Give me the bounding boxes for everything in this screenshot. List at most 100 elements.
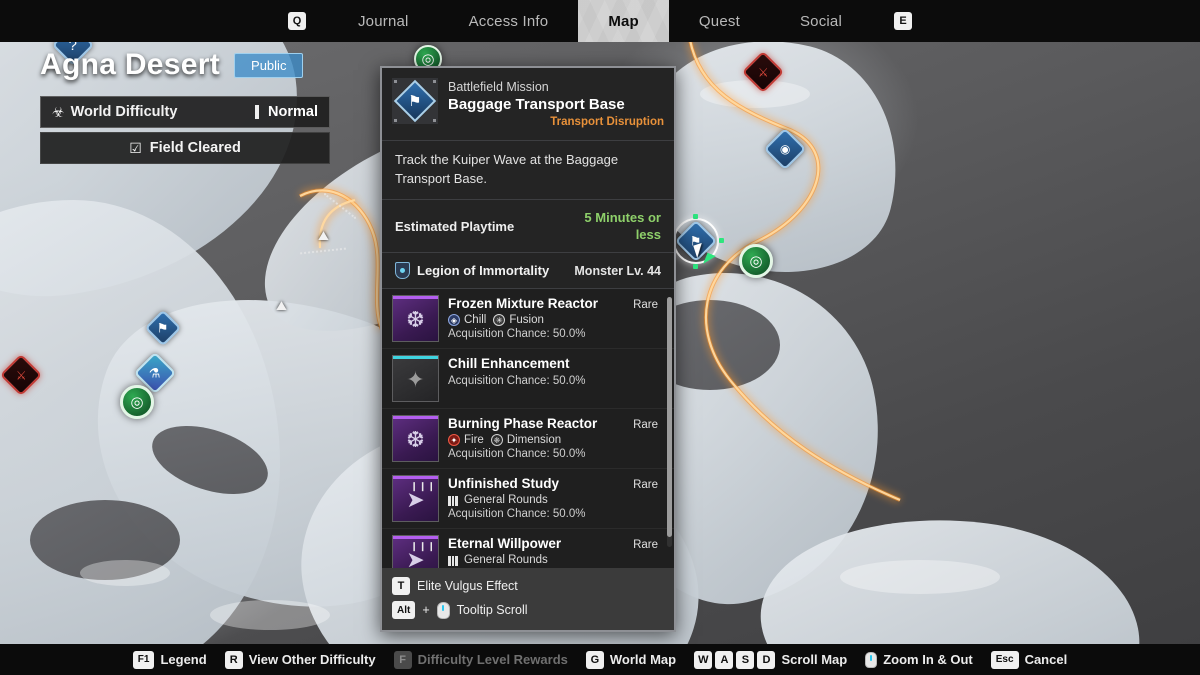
tab-journal[interactable]: Journal [328,0,439,42]
reward-acquisition-chance: Acquisition Chance: 50.0% [448,567,658,568]
hint-difficulty-level-rewards: F Difficulty Level Rewards [393,650,568,669]
reward-list-scrollbar[interactable] [667,297,672,547]
key-f: F [393,650,412,669]
next-tab-key[interactable]: E [872,0,934,42]
reward-thumbnail: ➤ ❙❙❙ [392,475,439,522]
selection-handle [693,264,698,269]
reward-item[interactable]: ➤❙❙❙ Eternal Willpower Rare General RoundsA… [382,529,674,568]
key-e: E [894,12,913,30]
key-s: S [736,650,755,669]
hint-elite-vulgus-effect[interactable]: T Elite Vulgus Effect [392,574,664,598]
battle-icon: ⚔ [757,64,769,79]
plus-sign: + [422,603,430,617]
monster-level-label: Monster Lv. 44 [574,263,661,278]
reward-item[interactable]: ❆ Burning Phase Reactor Rare ✦ Fire ❈ Dimensio… [382,409,674,469]
map-marker-resource-east[interactable]: ◎ [739,244,773,278]
tab-quest-label: Quest [698,12,740,30]
general-rounds-icon [448,495,460,506]
tab-access-info[interactable]: Access Info [439,0,579,42]
mouse-wheel-icon [436,601,450,619]
general-rounds-icon [448,555,460,566]
reward-tag-label: General Rounds [464,494,548,506]
reward-title-row: Unfinished Study Rare [448,475,658,493]
key-group: R [224,650,243,669]
hint-tooltip-scroll[interactable]: Alt + Tooltip Scroll [392,598,664,622]
prev-tab-key[interactable]: Q [266,0,328,42]
faction-name-label: Legion of Immortality [417,263,550,278]
hint-label: Zoom In & Out [883,652,973,667]
status-badge: Public [234,52,304,78]
reward-body: Frozen Mixture Reactor Rare ◈ Chill ✳ Fusion A… [448,295,658,342]
mission-icon-frame: ⚑ [392,78,438,124]
key-esc: Esc [990,650,1019,669]
general-rounds-icon: ❙❙❙ [410,481,436,491]
reward-title-row: Frozen Mixture Reactor Rare [448,295,658,313]
tab-quest[interactable]: Quest [669,0,770,42]
reward-item[interactable]: ❆ Frozen Mixture Reactor Rare ◈ Chill ✳ Fusion… [382,289,674,349]
hint-label: Legend [160,652,207,667]
hint-label: View Other Difficulty [248,652,376,667]
reward-list[interactable]: ❆ Frozen Mixture Reactor Rare ◈ Chill ✳ Fusion… [382,288,674,568]
reward-name: Eternal Willpower [448,536,562,551]
tab-map[interactable]: Map [578,0,669,42]
hint-view-other-difficulty[interactable]: R View Other Difficulty [224,650,376,669]
reward-tag-list: ◈ Chill ✳ Fusion [448,314,658,326]
reward-acquisition-chance: Acquisition Chance: 50.0% [448,448,586,460]
reward-thumbnail: ➤ ❙❙❙ [392,535,439,568]
key-group: WASD [694,650,776,669]
resource-icon: ◎ [130,393,144,411]
reward-tag-list: ✦ Fire ❈ Dimension [448,434,658,446]
hint-scroll-map[interactable]: W A S D Scroll Map [694,650,847,669]
reward-list-scroll-thumb[interactable] [667,297,672,537]
map-marker-outpost-west[interactable]: ⚑ [144,309,182,347]
reward-tag: ◈ Chill [448,314,486,326]
tab-social[interactable]: Social [770,0,872,42]
hint-legend[interactable]: F1 Legend [132,650,207,669]
reward-rarity: Rare [633,419,658,431]
top-tab-bar: Q Journal Access Info Map Quest Social E [0,0,1200,42]
map-marker-signal-east[interactable]: ◉ [763,127,807,171]
map-poi-gate-icon: ⛰ [276,298,287,313]
map-marker-research-west[interactable]: ⚗ [133,351,177,395]
reward-body: Chill Enhancement Acquisition Chance: 50.… [448,355,658,389]
reward-item[interactable]: ✦ Chill Enhancement Acquisition Chance: 50… [382,349,674,409]
reward-tag-list: General Rounds [448,494,658,506]
hint-zoom-in-out[interactable]: Zoom In & Out [865,651,973,668]
reward-rarity: Rare [633,479,658,491]
reward-item[interactable]: ➤ ❙❙❙ Unfinished Study Rare General Rounds Ac… [382,469,674,529]
hint-label: Cancel [1024,652,1068,667]
hint-world-map[interactable]: G World Map [585,650,676,669]
map-marker-danger-west[interactable]: ⚔ [0,353,43,397]
tab-social-label: Social [799,12,843,30]
reward-body: Burning Phase Reactor Rare ✦ Fire ❈ Dimension… [448,415,658,462]
battle-icon: ⚔ [15,367,27,382]
map-marker-selected-mission[interactable]: ⚑ [669,214,724,269]
chill-icon: ◈ [448,314,460,326]
reward-thumbnail: ❆ [392,415,439,462]
key-a: A [715,650,734,669]
world-difficulty-label: World Difficulty [70,104,178,120]
map-marker-danger-north[interactable]: ⚔ [741,50,785,94]
hint-cancel[interactable]: Esc Cancel [990,650,1068,669]
reward-title-row: Eternal Willpower Rare [448,535,658,553]
region-title-row: Agna Desert Public [40,48,330,82]
key-w: W [694,650,713,669]
reward-tag-label: Chill [464,314,487,326]
reward-rarity: Rare [633,539,658,551]
selection-handle [719,238,724,243]
hint-label: Elite Vulgus Effect [417,579,518,593]
map-marker-resource-west[interactable]: ◎ [120,385,154,419]
reward-acquisition-chance: Acquisition Chance: 50.0% [448,328,586,340]
fire-icon: ✦ [448,434,460,446]
key-group: G [585,650,604,669]
shield-icon [395,262,410,279]
checkbox-checked-icon: ☑ [129,139,142,156]
world-difficulty-row[interactable]: ☣ World Difficulty Normal [40,96,330,128]
reward-tag: ❈ Dimension [490,434,562,446]
reward-tag-label: Dimension [506,434,562,446]
estimated-playtime-value: 5 Minutes or less [584,210,661,242]
reward-acquisition-chance: Acquisition Chance: 50.0% [448,375,586,387]
mouse-wheel-icon [865,651,878,668]
key-g: G [585,650,604,669]
field-cleared-row: ☑ Field Cleared [40,132,330,164]
